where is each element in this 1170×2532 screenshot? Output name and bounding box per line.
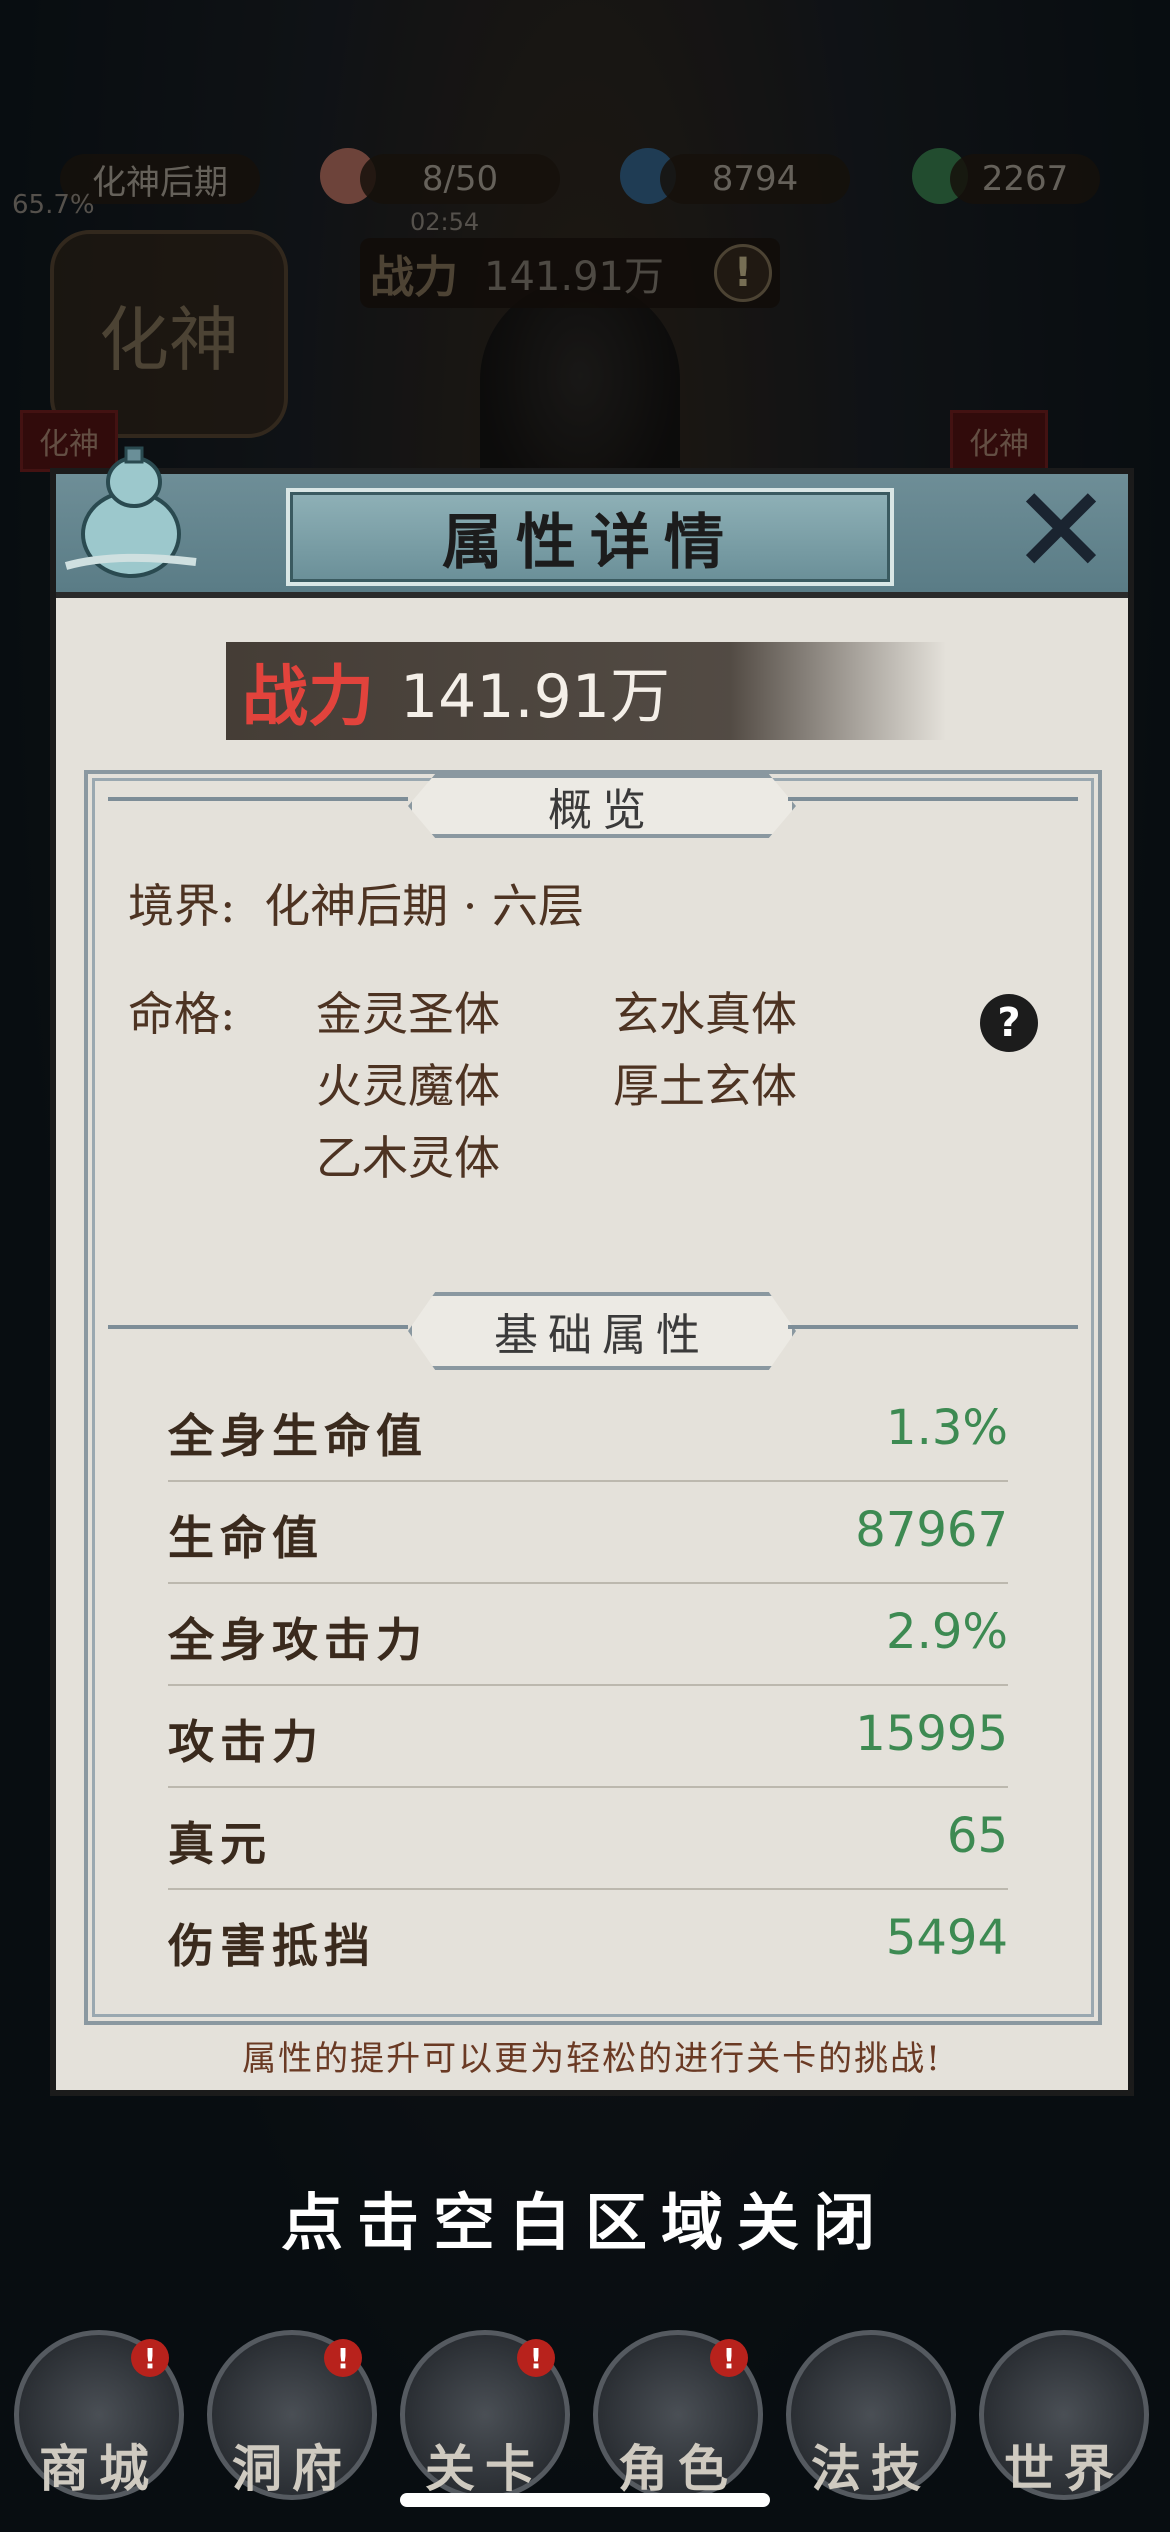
nav-label: 商城 <box>39 2439 159 2498</box>
nav-label: 法技 <box>811 2439 931 2498</box>
help-icon[interactable]: ? <box>980 994 1038 1052</box>
nav-stage[interactable]: ! 关卡 <box>400 2330 570 2500</box>
attribute-row: 全身攻击力 2.9% <box>168 1582 1008 1686</box>
overview-section-header: 概览 <box>88 764 1098 838</box>
attribute-details-panel: 属性详情 ✕ 战力 141.91万 概览 境界: 化神后期 · 六层 命格: 金… <box>50 446 1134 2096</box>
attribute-value: 15995 <box>855 1706 1008 1762</box>
attribute-name: 全身攻击力 <box>168 1613 428 1667</box>
overview-heading: 概览 <box>408 774 796 838</box>
alert-badge: ! <box>710 2339 748 2377</box>
nav-label: 关卡 <box>425 2439 545 2498</box>
attribute-name: 全身生命值 <box>168 1409 428 1463</box>
panel-power-value: 141.91万 <box>400 661 670 732</box>
attribute-value: 2.9% <box>886 1604 1008 1660</box>
attribute-value: 65 <box>946 1808 1008 1864</box>
nav-label: 世界 <box>1004 2439 1124 2498</box>
close-icon: ✕ <box>1010 462 1112 601</box>
realm-value: 化神后期 · 六层 <box>264 879 584 933</box>
gourd-icon <box>64 446 197 578</box>
divider-right <box>788 797 1078 801</box>
basic-heading: 基础属性 <box>408 1292 796 1370</box>
power-banner: 战力 141.91万 <box>226 642 946 740</box>
panel-power-label: 战力 <box>242 657 374 735</box>
nav-shop[interactable]: ! 商城 <box>14 2330 184 2500</box>
fate-item: 金灵圣体 <box>316 987 500 1041</box>
fate-label: 命格: <box>128 987 236 1041</box>
attribute-row: 真元 65 <box>168 1786 1008 1890</box>
basic-section-header: 基础属性 <box>88 1292 1098 1370</box>
divider-left <box>108 1325 408 1329</box>
nav-label: 洞府 <box>232 2439 352 2498</box>
attribute-row: 生命值 87967 <box>168 1480 1008 1584</box>
title-plate: 属性详情 <box>286 488 894 586</box>
nav-label: 角色 <box>618 2439 738 2498</box>
alert-badge: ! <box>517 2339 555 2377</box>
close-button[interactable]: ✕ <box>1006 472 1116 592</box>
footer-note: 属性的提升可以更为轻松的进行关卡的挑战! <box>242 2039 942 2079</box>
attribute-value: 5494 <box>885 1910 1008 1966</box>
attribute-name: 真元 <box>168 1817 272 1871</box>
alert-badge: ! <box>131 2339 169 2377</box>
fate-item: 火灵魔体 <box>316 1059 500 1113</box>
nav-skills[interactable]: 法技 <box>786 2330 956 2500</box>
attribute-name: 攻击力 <box>168 1715 324 1769</box>
attribute-name: 生命值 <box>168 1511 324 1565</box>
divider-left <box>108 797 408 801</box>
nav-character[interactable]: ! 角色 <box>593 2330 763 2500</box>
attribute-value: 87967 <box>855 1502 1008 1558</box>
attribute-row: 全身生命值 1.3% <box>168 1378 1008 1482</box>
realm-label: 境界: <box>128 879 236 933</box>
divider-right <box>788 1325 1078 1329</box>
home-indicator[interactable] <box>400 2493 770 2507</box>
fate-item: 玄水真体 <box>613 987 797 1041</box>
close-hint: 点击空白区域关闭 <box>280 2186 889 2259</box>
alert-badge: ! <box>324 2339 362 2377</box>
fate-item: 厚土玄体 <box>613 1059 797 1113</box>
panel-title: 属性详情 <box>442 507 738 578</box>
panel-header: 属性详情 ✕ <box>56 472 1128 598</box>
attribute-row: 攻击力 15995 <box>168 1684 1008 1788</box>
attribute-name: 伤害抵挡 <box>168 1919 376 1973</box>
nav-cave[interactable]: ! 洞府 <box>207 2330 377 2500</box>
fate-item: 乙木灵体 <box>316 1131 500 1185</box>
attribute-value: 1.3% <box>886 1400 1008 1456</box>
realm-row: 境界: 化神后期 · 六层 <box>128 870 584 936</box>
attribute-row: 伤害抵挡 5494 <box>168 1888 1008 1990</box>
attributes-box: 概览 境界: 化神后期 · 六层 命格: 金灵圣体 玄水真体 火灵魔体 厚土玄体… <box>84 770 1102 2025</box>
nav-world[interactable]: 世界 <box>979 2330 1149 2500</box>
